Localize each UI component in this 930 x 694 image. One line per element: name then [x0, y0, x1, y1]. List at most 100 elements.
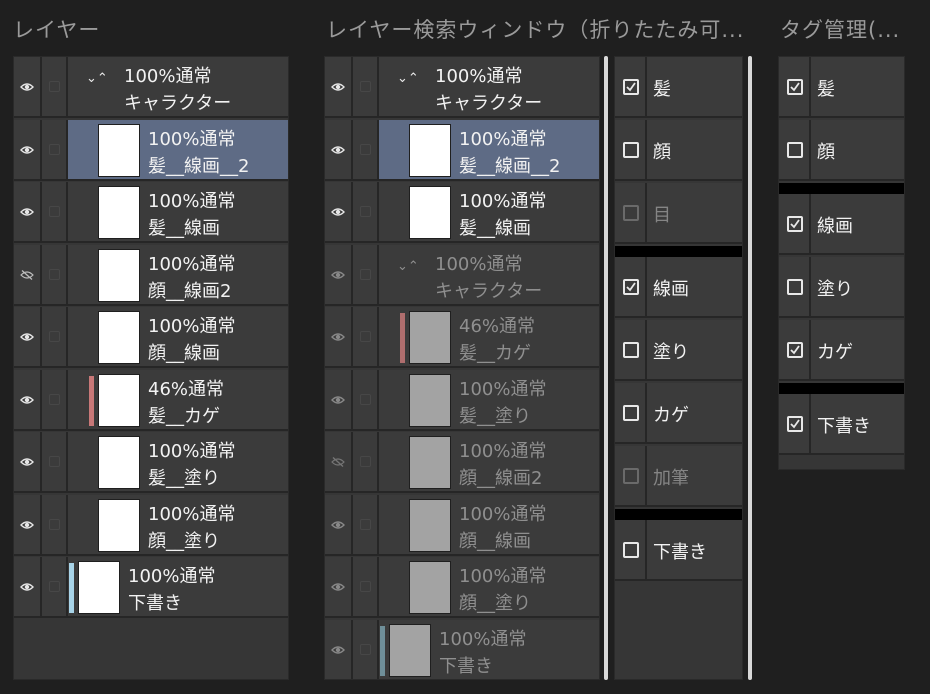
- lock-toggle[interactable]: [353, 57, 379, 116]
- tag-item[interactable]: 線画: [615, 257, 742, 318]
- tag-item[interactable]: 塗り: [779, 257, 904, 318]
- layer-row[interactable]: 46%通常 髪__カゲ: [325, 307, 599, 368]
- layer-content[interactable]: ⌄⌃ 100%通常 キャラクター: [68, 57, 288, 116]
- visibility-toggle[interactable]: [325, 119, 353, 179]
- visibility-toggle[interactable]: [325, 494, 353, 554]
- tag-checkbox[interactable]: [623, 79, 639, 95]
- tag-item[interactable]: 目: [615, 183, 742, 244]
- layer-row[interactable]: 100%通常 髪__線画: [14, 182, 288, 243]
- layer-content[interactable]: 100%通常 顔__線画2: [379, 432, 599, 491]
- tag-checkbox[interactable]: [787, 142, 803, 158]
- lock-toggle[interactable]: [42, 307, 68, 366]
- layer-content[interactable]: 100%通常 下書き: [68, 557, 288, 616]
- visibility-toggle[interactable]: [14, 182, 42, 241]
- visibility-toggle[interactable]: [14, 57, 42, 116]
- tag-checkbox[interactable]: [787, 342, 803, 358]
- layer-content[interactable]: 100%通常 髪__塗り: [68, 432, 288, 491]
- layer-content[interactable]: 100%通常 顔__線画: [379, 495, 599, 554]
- visibility-toggle[interactable]: [14, 119, 42, 179]
- lock-toggle[interactable]: [42, 244, 68, 304]
- layer-content[interactable]: ⌄⌃ 100%通常 キャラクター: [379, 245, 599, 304]
- tag-item[interactable]: カゲ: [615, 383, 742, 444]
- lock-toggle[interactable]: [353, 619, 379, 679]
- lock-toggle[interactable]: [42, 57, 68, 116]
- layer-content[interactable]: 100%通常 顔__線画: [68, 307, 288, 366]
- tag-checkbox[interactable]: [623, 205, 639, 221]
- layer-row[interactable]: 100%通常 下書き: [325, 619, 599, 679]
- layer-content[interactable]: 46%通常 髪__カゲ: [68, 370, 288, 429]
- lock-toggle[interactable]: [353, 369, 379, 429]
- tag-checkbox[interactable]: [623, 468, 639, 484]
- layer-row[interactable]: 46%通常 髪__カゲ: [14, 369, 288, 431]
- tag-checkbox[interactable]: [787, 216, 803, 232]
- lock-toggle[interactable]: [353, 182, 379, 241]
- layer-folder-row[interactable]: ⌄⌃ 100%通常 キャラクター: [14, 57, 288, 118]
- visibility-toggle[interactable]: [325, 619, 353, 679]
- tag-checkbox[interactable]: [623, 542, 639, 558]
- tag-checkbox[interactable]: [623, 342, 639, 358]
- layer-row[interactable]: 100%通常 顔__線画2: [325, 432, 599, 493]
- tag-item[interactable]: カゲ: [779, 320, 904, 381]
- tag-item[interactable]: 下書き: [615, 520, 742, 581]
- tag-checkbox[interactable]: [787, 279, 803, 295]
- lock-toggle[interactable]: [353, 494, 379, 554]
- layer-folder-row[interactable]: ⌄⌃ 100%通常 キャラクター: [325, 57, 599, 118]
- lock-toggle[interactable]: [42, 432, 68, 491]
- lock-toggle[interactable]: [42, 494, 68, 554]
- visibility-toggle[interactable]: [14, 494, 42, 554]
- layer-row[interactable]: 100%通常 顔__塗り: [14, 494, 288, 556]
- layer-folder-row[interactable]: ⌄⌃ 100%通常 キャラクター: [325, 244, 599, 306]
- lock-toggle[interactable]: [353, 244, 379, 304]
- tag-checkbox[interactable]: [623, 142, 639, 158]
- visibility-toggle[interactable]: [325, 182, 353, 241]
- visibility-toggle[interactable]: [325, 557, 353, 616]
- tag-item[interactable]: 髪: [615, 57, 742, 118]
- layer-row[interactable]: 100%通常 髪__線画__2: [14, 119, 288, 181]
- visibility-toggle[interactable]: [325, 432, 353, 491]
- layer-content[interactable]: 100%通常 髪__線画__2: [379, 119, 599, 179]
- lock-toggle[interactable]: [353, 119, 379, 179]
- layer-content[interactable]: 100%通常 顔__塗り: [68, 495, 288, 554]
- tag-item[interactable]: 加筆: [615, 446, 742, 507]
- lock-toggle[interactable]: [353, 557, 379, 616]
- layer-row[interactable]: 100%通常 顔__線画: [325, 494, 599, 556]
- visibility-toggle[interactable]: [14, 432, 42, 491]
- layer-content[interactable]: 100%通常 下書き: [379, 620, 599, 679]
- layer-row[interactable]: 100%通常 髪__線画: [325, 182, 599, 243]
- layer-content[interactable]: 100%通常 髪__塗り: [379, 370, 599, 429]
- tag-checkbox[interactable]: [623, 405, 639, 421]
- layer-row[interactable]: 100%通常 髪__塗り: [325, 369, 599, 431]
- lock-toggle[interactable]: [353, 307, 379, 366]
- lock-toggle[interactable]: [42, 369, 68, 429]
- tag-item[interactable]: 線画: [779, 194, 904, 255]
- tag-item[interactable]: 髪: [779, 57, 904, 118]
- visibility-toggle[interactable]: [14, 557, 42, 616]
- tag-list-scrollbar[interactable]: [748, 56, 752, 680]
- layer-row[interactable]: 100%通常 顔__塗り: [325, 557, 599, 618]
- chevron-folder-icon[interactable]: ⌄⌃: [397, 259, 419, 274]
- layer-row[interactable]: 100%通常 髪__塗り: [14, 432, 288, 493]
- layer-content[interactable]: 46%通常 髪__カゲ: [379, 307, 599, 366]
- visibility-toggle[interactable]: [325, 307, 353, 366]
- tag-checkbox[interactable]: [787, 79, 803, 95]
- lock-toggle[interactable]: [42, 557, 68, 616]
- visibility-toggle[interactable]: [14, 369, 42, 429]
- visibility-toggle[interactable]: [325, 57, 353, 116]
- lock-toggle[interactable]: [42, 119, 68, 179]
- tag-checkbox[interactable]: [787, 416, 803, 432]
- tag-item[interactable]: 顔: [779, 120, 904, 181]
- lock-toggle[interactable]: [42, 182, 68, 241]
- layer-content[interactable]: 100%通常 顔__線画2: [68, 245, 288, 304]
- layer-content[interactable]: ⌄⌃ 100%通常 キャラクター: [379, 57, 599, 116]
- tag-checkbox[interactable]: [623, 279, 639, 295]
- tag-item[interactable]: 塗り: [615, 320, 742, 381]
- layer-row[interactable]: 100%通常 髪__線画__2: [325, 119, 599, 181]
- layer-row[interactable]: 100%通常 顔__線画: [14, 307, 288, 368]
- layer-row[interactable]: 100%通常 下書き: [14, 557, 288, 618]
- tag-item[interactable]: 顔: [615, 120, 742, 181]
- visibility-toggle[interactable]: [325, 369, 353, 429]
- chevron-folder-icon[interactable]: ⌄⌃: [397, 71, 419, 86]
- lock-toggle[interactable]: [353, 432, 379, 491]
- layer-content[interactable]: 100%通常 髪__線画: [379, 182, 599, 241]
- chevron-folder-icon[interactable]: ⌄⌃: [86, 71, 108, 86]
